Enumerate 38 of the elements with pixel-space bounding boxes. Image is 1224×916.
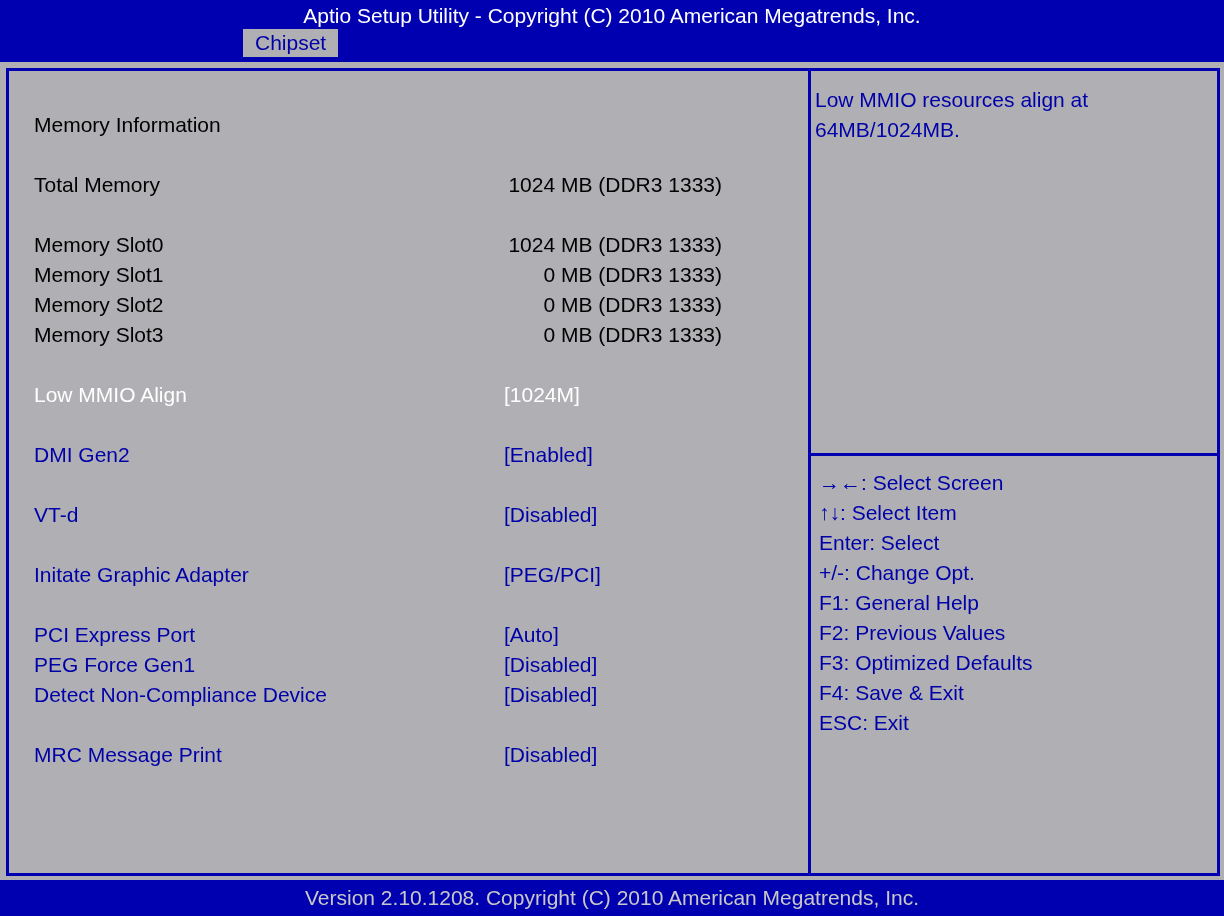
setting-label[interactable]: PCI Express Port xyxy=(34,623,504,647)
key-hint: ↑↓: Select Item xyxy=(819,500,957,526)
setting-value[interactable]: [Enabled] xyxy=(504,443,722,467)
setting-value[interactable]: [PEG/PCI] xyxy=(504,563,722,587)
setting-label[interactable]: MRC Message Print xyxy=(34,743,504,767)
setting-value[interactable]: [Auto] xyxy=(504,623,722,647)
key-hint: Enter: Select xyxy=(819,530,940,556)
key-hint: →←: Select Screen xyxy=(819,470,1004,496)
version-text: Version 2.10.1208. Copyright (C) 2010 American Megatrends, Inc. xyxy=(305,886,919,910)
setting-value[interactable]: [Disabled] xyxy=(504,743,722,767)
tab[interactable]: Chipset xyxy=(243,29,339,57)
setting-value[interactable]: [Disabled] xyxy=(504,683,722,707)
info-value: 1024 MB (DDR3 1333) xyxy=(507,233,722,257)
setting-label[interactable]: DMI Gen2 xyxy=(34,443,504,467)
setting-label[interactable]: Detect Non-Compliance Device xyxy=(34,683,504,707)
info-label: Memory Slot2 xyxy=(34,293,165,317)
key-hint: F3: Optimized Defaults xyxy=(819,650,1033,676)
info-label: Memory Slot3 xyxy=(34,323,165,347)
info-value: 0 MB (DDR3 1333) xyxy=(542,263,722,287)
info-label: Memory Slot0 xyxy=(34,233,165,257)
help-text: Low MMIO resources align at 64MB/1024MB. xyxy=(815,87,1090,143)
window-title: Aptio Setup Utility - Copyright (C) 2010 American Megatrends, Inc. xyxy=(303,3,921,29)
info-label: Total Memory xyxy=(34,173,162,197)
key-hint: F2: Previous Values xyxy=(819,620,1006,646)
info-value: 1024 MB (DDR3 1333) xyxy=(507,173,722,197)
info-label: Memory Slot1 xyxy=(34,263,165,287)
key-hint: F4: Save & Exit xyxy=(819,680,964,706)
key-hint: +/-: Change Opt. xyxy=(819,560,975,586)
setting-label[interactable]: PEG Force Gen1 xyxy=(34,653,504,677)
section-heading: Memory Information xyxy=(34,113,222,137)
key-hint: ESC: Exit xyxy=(819,710,909,736)
info-value: 0 MB (DDR3 1333) xyxy=(542,293,722,317)
key-hint: F1: General Help xyxy=(819,590,979,616)
setting-value[interactable]: [Disabled] xyxy=(504,653,722,677)
setting-label[interactable]: VT-d xyxy=(34,503,504,527)
info-value: 0 MB (DDR3 1333) xyxy=(542,323,722,347)
setting-value[interactable]: [Disabled] xyxy=(504,503,722,527)
setting-label[interactable]: Initate Graphic Adapter xyxy=(34,563,504,587)
